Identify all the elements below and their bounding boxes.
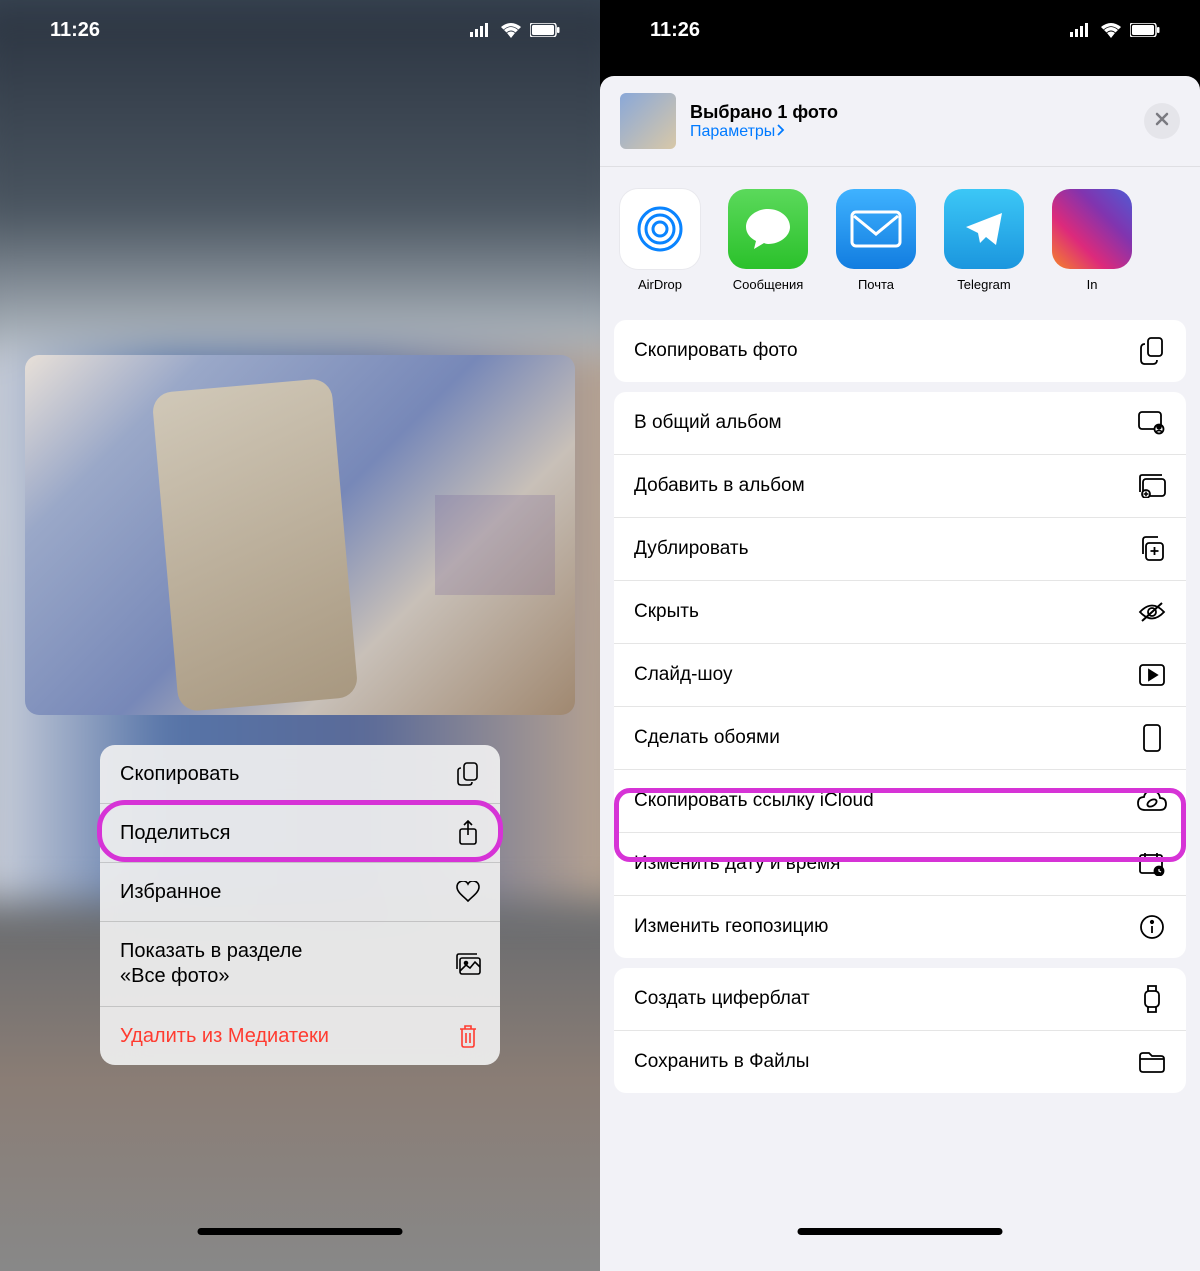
messages-label: Сообщения bbox=[733, 277, 804, 292]
add-album-icon bbox=[1138, 472, 1166, 500]
right-phone-screen: 11:26 Выбрано 1 фото Параметры bbox=[600, 0, 1200, 1271]
shared-album-label: В общий альбом bbox=[634, 412, 782, 434]
status-bar: 11:26 bbox=[0, 0, 600, 60]
create-watchface-action[interactable]: Создать циферблат bbox=[614, 968, 1186, 1031]
telegram-app[interactable]: Telegram bbox=[944, 189, 1024, 292]
share-sheet: Выбрано 1 фото Параметры AirDrop Сообщен… bbox=[600, 76, 1200, 1271]
share-apps-row[interactable]: AirDrop Сообщения Почта Telegram In bbox=[600, 167, 1200, 310]
status-time: 11:26 bbox=[50, 19, 100, 42]
save-to-files-action[interactable]: Сохранить в Файлы bbox=[614, 1031, 1186, 1093]
watch-icon bbox=[1138, 985, 1166, 1013]
mail-label: Почта bbox=[858, 277, 894, 292]
heart-icon bbox=[456, 880, 480, 904]
delete-menu-item[interactable]: Удалить из Медиатеки bbox=[100, 1007, 500, 1065]
copy-photo-action[interactable]: Скопировать фото bbox=[614, 320, 1186, 382]
favorite-menu-item[interactable]: Избранное bbox=[100, 863, 500, 922]
shared-album-action[interactable]: В общий альбом bbox=[614, 392, 1186, 455]
show-all-photos-menu-item[interactable]: Показать в разделе«Все фото» bbox=[100, 922, 500, 1007]
mail-app[interactable]: Почта bbox=[836, 189, 916, 292]
eye-slash-icon bbox=[1138, 598, 1166, 626]
calendar-clock-icon bbox=[1138, 850, 1166, 878]
duplicate-action[interactable]: Дублировать bbox=[614, 518, 1186, 581]
hide-action[interactable]: Скрыть bbox=[614, 581, 1186, 644]
share-icon bbox=[456, 821, 480, 845]
share-sheet-header: Выбрано 1 фото Параметры bbox=[600, 76, 1200, 167]
slideshow-label: Слайд-шоу bbox=[634, 664, 733, 686]
hide-label: Скрыть bbox=[634, 601, 699, 623]
messages-icon bbox=[728, 189, 808, 269]
copy-icloud-link-action[interactable]: Скопировать ссылку iCloud bbox=[614, 770, 1186, 833]
share-title: Выбрано 1 фото bbox=[690, 102, 1130, 123]
wallpaper-label: Сделать обоями bbox=[634, 727, 780, 749]
watchface-label: Создать циферблат bbox=[634, 988, 810, 1010]
add-album-label: Добавить в альбом bbox=[634, 475, 805, 497]
telegram-label: Telegram bbox=[957, 277, 1010, 292]
copy-icloud-label: Скопировать ссылку iCloud bbox=[634, 790, 874, 812]
folder-icon bbox=[1138, 1048, 1166, 1076]
messages-app[interactable]: Сообщения bbox=[728, 189, 808, 292]
wallpaper-action[interactable]: Сделать обоями bbox=[614, 707, 1186, 770]
battery-icon bbox=[530, 23, 560, 37]
airdrop-label: AirDrop bbox=[638, 277, 682, 292]
share-params-link[interactable]: Параметры bbox=[690, 123, 1130, 141]
airdrop-icon bbox=[620, 189, 700, 269]
close-icon bbox=[1155, 112, 1169, 131]
trash-icon bbox=[456, 1024, 480, 1048]
icloud-link-icon bbox=[1138, 787, 1166, 815]
copy-label: Скопировать bbox=[120, 763, 239, 786]
action-group-3: Создать циферблат Сохранить в Файлы bbox=[614, 968, 1186, 1093]
close-button[interactable] bbox=[1144, 103, 1180, 139]
photos-stack-icon bbox=[456, 952, 480, 976]
home-indicator[interactable] bbox=[198, 1228, 403, 1235]
duplicate-label: Дублировать bbox=[634, 538, 749, 560]
photo-preview-thumbnail[interactable] bbox=[25, 355, 575, 715]
wifi-icon bbox=[1100, 22, 1122, 38]
share-label: Поделиться bbox=[120, 822, 230, 845]
shared-album-icon bbox=[1138, 409, 1166, 437]
show-all-label: Показать в разделе«Все фото» bbox=[120, 939, 302, 989]
slideshow-action[interactable]: Слайд-шоу bbox=[614, 644, 1186, 707]
duplicate-icon bbox=[1138, 535, 1166, 563]
left-phone-screen: 11:26 Скопировать Поделиться Избранное П… bbox=[0, 0, 600, 1271]
telegram-icon bbox=[944, 189, 1024, 269]
location-label: Изменить геопозицию bbox=[634, 916, 828, 938]
copy-icon bbox=[456, 762, 480, 786]
status-time: 11:26 bbox=[650, 19, 700, 42]
context-menu: Скопировать Поделиться Избранное Показат… bbox=[100, 745, 500, 1065]
home-indicator[interactable] bbox=[798, 1228, 1003, 1235]
instagram-label: In bbox=[1087, 277, 1098, 292]
favorite-label: Избранное bbox=[120, 881, 221, 904]
instagram-app[interactable]: In bbox=[1052, 189, 1132, 292]
instagram-icon bbox=[1052, 189, 1132, 269]
chevron-right-icon bbox=[777, 123, 785, 141]
adjust-date-time-action[interactable]: Изменить дату и время bbox=[614, 833, 1186, 896]
date-time-label: Изменить дату и время bbox=[634, 853, 840, 875]
action-group-2: В общий альбом Добавить в альбом Дублиро… bbox=[614, 392, 1186, 958]
airdrop-app[interactable]: AirDrop bbox=[620, 189, 700, 292]
action-group-1: Скопировать фото bbox=[614, 320, 1186, 382]
play-rect-icon bbox=[1138, 661, 1166, 689]
cellular-signal-icon bbox=[470, 23, 492, 37]
adjust-location-action[interactable]: Изменить геопозицию bbox=[614, 896, 1186, 958]
copy-menu-item[interactable]: Скопировать bbox=[100, 745, 500, 804]
add-album-action[interactable]: Добавить в альбом bbox=[614, 455, 1186, 518]
info-icon bbox=[1138, 913, 1166, 941]
mail-icon bbox=[836, 189, 916, 269]
phone-rect-icon bbox=[1138, 724, 1166, 752]
battery-icon bbox=[1130, 23, 1160, 37]
status-bar: 11:26 bbox=[600, 0, 1200, 60]
delete-label: Удалить из Медиатеки bbox=[120, 1025, 329, 1048]
copy-icon bbox=[1138, 337, 1166, 365]
share-thumbnail bbox=[620, 93, 676, 149]
share-menu-item[interactable]: Поделиться bbox=[100, 804, 500, 863]
save-files-label: Сохранить в Файлы bbox=[634, 1051, 809, 1073]
cellular-signal-icon bbox=[1070, 23, 1092, 37]
copy-photo-label: Скопировать фото bbox=[634, 340, 798, 362]
wifi-icon bbox=[500, 22, 522, 38]
